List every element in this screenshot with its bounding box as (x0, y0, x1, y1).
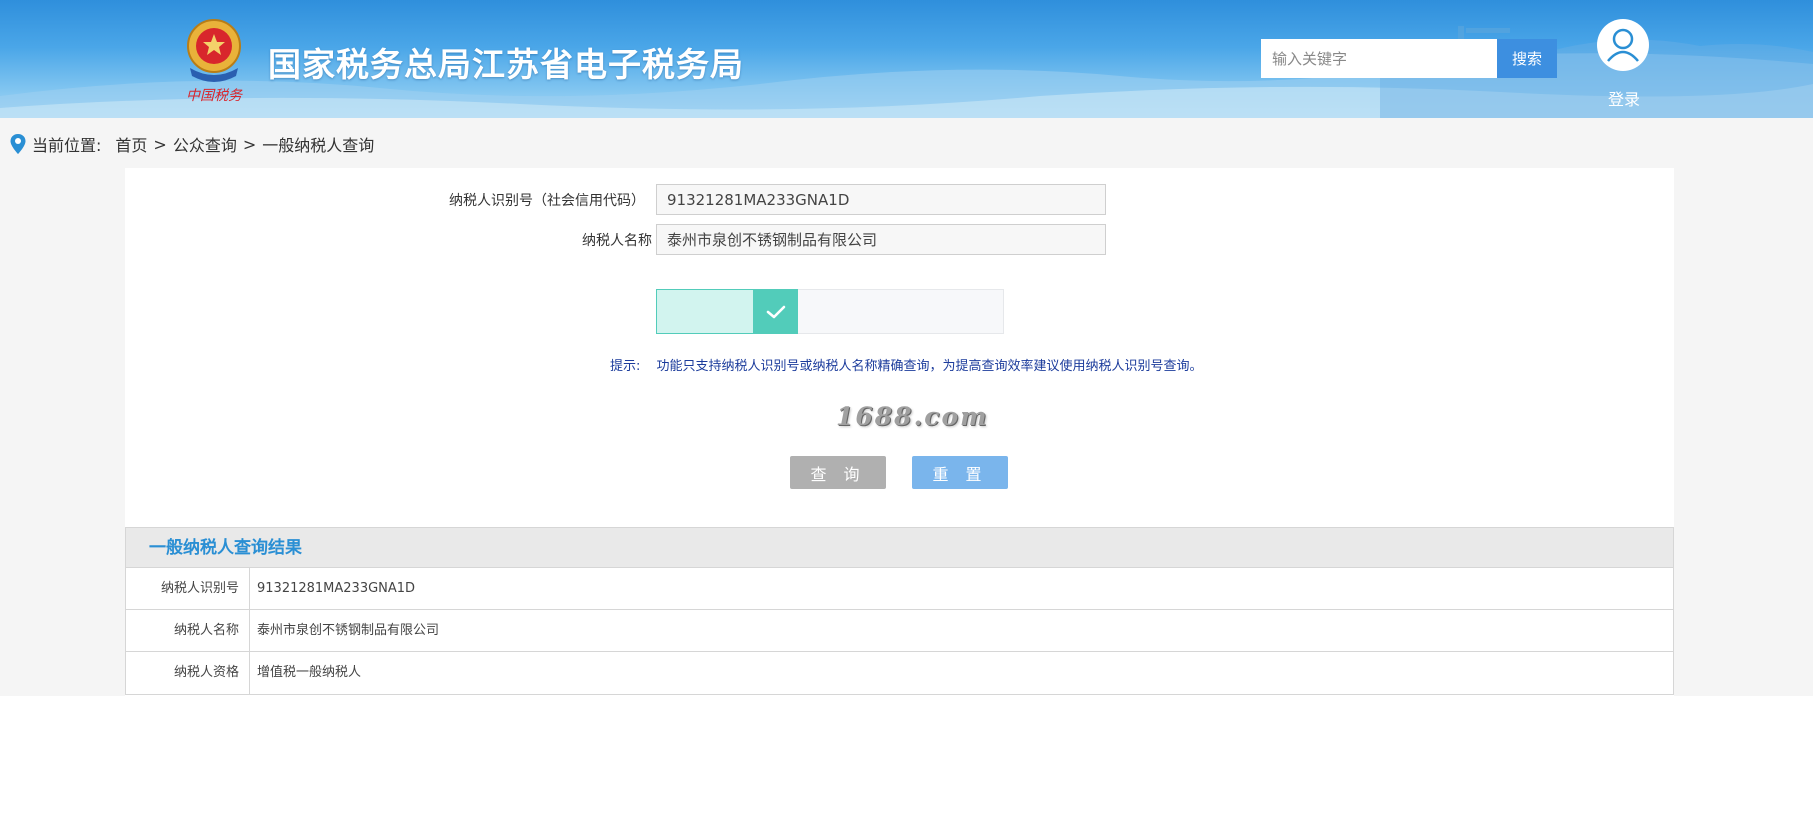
search-input[interactable] (1261, 39, 1497, 78)
row-value: 增值税一般纳税人 (257, 665, 362, 680)
taxpayer-name-input[interactable] (656, 224, 1106, 255)
result-title: 一般纳税人查询结果 (126, 528, 1673, 568)
page-footer-blank (0, 696, 1813, 834)
breadcrumb-separator: > (153, 134, 167, 154)
breadcrumb-current: 一般纳税人查询 (262, 136, 375, 155)
taxpayer-id-input[interactable] (656, 184, 1106, 215)
table-row: 纳税人名称 泰州市泉创不锈钢制品有限公司 (126, 610, 1673, 652)
user-icon[interactable] (1597, 19, 1649, 71)
query-tip: 提示: 功能只支持纳税人识别号或纳税人名称精确查询，为提高查询效率建议使用纳税人… (610, 355, 1203, 374)
breadcrumb-label: 当前位置: (32, 136, 102, 155)
site-header: 中国税务 国家税务总局江苏省电子税务局 搜索 登录 (0, 0, 1813, 118)
slider-captcha-handle[interactable] (753, 289, 798, 334)
row-label: 纳税人名称 (126, 610, 250, 651)
tip-text: 功能只支持纳税人识别号或纳税人名称精确查询，为提高查询效率建议使用纳税人识别号查… (656, 359, 1203, 374)
query-button[interactable]: 查 询 (790, 456, 886, 489)
captcha-image[interactable]: 1688.com (836, 402, 987, 436)
taxpayer-id-label: 纳税人识别号（社会信用代码） (449, 193, 645, 209)
location-pin-icon (10, 134, 26, 154)
check-icon (766, 305, 785, 318)
breadcrumb-home[interactable]: 首页 (115, 132, 147, 156)
search-button[interactable]: 搜索 (1497, 39, 1557, 78)
breadcrumb-public-query[interactable]: 公众查询 (173, 132, 237, 156)
login-link[interactable]: 登录 (1606, 86, 1642, 110)
emblem-caption: 中国税务 (186, 88, 243, 104)
row-value: 91321281MA233GNA1D (257, 581, 416, 596)
tax-emblem-icon: 中国税务 (176, 12, 252, 108)
breadcrumb: 当前位置: 首页 > 公众查询 > 一般纳税人查询 (10, 133, 374, 155)
tip-label: 提示: (610, 359, 641, 374)
taxpayer-name-label: 纳税人名称 (582, 233, 652, 249)
row-value: 泰州市泉创不锈钢制品有限公司 (257, 623, 440, 638)
row-label: 纳税人资格 (126, 652, 250, 694)
row-label: 纳税人识别号 (126, 568, 250, 609)
table-row: 纳税人资格 增值税一般纳税人 (126, 652, 1673, 694)
site-title: 国家税务总局江苏省电子税务局 (268, 45, 744, 84)
result-table: 一般纳税人查询结果 纳税人识别号 91321281MA233GNA1D 纳税人名… (125, 527, 1674, 695)
reset-button[interactable]: 重 置 (912, 456, 1008, 489)
breadcrumb-separator: > (242, 134, 257, 154)
table-row: 纳税人识别号 91321281MA233GNA1D (126, 568, 1673, 610)
